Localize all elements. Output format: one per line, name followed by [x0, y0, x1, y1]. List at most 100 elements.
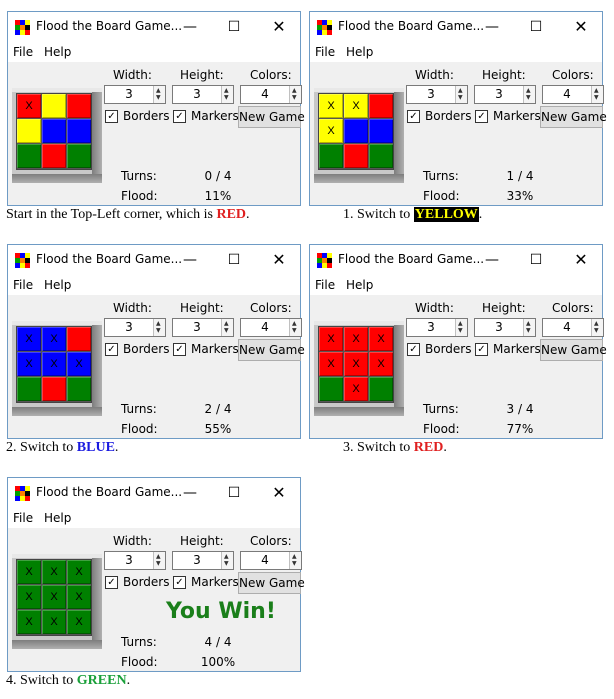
- title-bar[interactable]: Flood the Board Game... — ☐ ✕: [8, 12, 300, 42]
- menu-file[interactable]: File: [13, 278, 33, 292]
- colors-spinner-value[interactable]: 4: [241, 87, 289, 101]
- board-cell[interactable]: [369, 119, 393, 143]
- maximize-button[interactable]: ☐: [222, 482, 246, 504]
- colors-spinner[interactable]: 4 ▲ ▼: [240, 318, 302, 337]
- borders-checkbox[interactable]: ✓: [105, 576, 118, 589]
- maximize-button[interactable]: ☐: [524, 249, 548, 271]
- arrow-down-icon[interactable]: ▼: [292, 561, 297, 567]
- board-cell[interactable]: [42, 94, 66, 118]
- board-cell[interactable]: [67, 94, 91, 118]
- board-cell[interactable]: [67, 327, 91, 351]
- minimize-button[interactable]: —: [178, 249, 202, 271]
- arrow-down-icon[interactable]: ▼: [156, 561, 161, 567]
- spinner-arrows[interactable]: ▲ ▼: [523, 86, 535, 103]
- arrow-down-icon[interactable]: ▼: [292, 95, 297, 101]
- borders-checkbox[interactable]: ✓: [105, 343, 118, 356]
- menu-help[interactable]: Help: [44, 45, 71, 59]
- board-cell[interactable]: X: [67, 560, 91, 584]
- colors-spinner-value[interactable]: 4: [543, 320, 591, 334]
- board-cell[interactable]: X: [344, 94, 368, 118]
- board-cell[interactable]: X: [17, 585, 41, 609]
- spinner-arrows[interactable]: ▲ ▼: [221, 319, 233, 336]
- board-cell[interactable]: X: [17, 610, 41, 634]
- board-cell[interactable]: X: [42, 327, 66, 351]
- board-cell[interactable]: [42, 144, 66, 168]
- colors-spinner-value[interactable]: 4: [241, 320, 289, 334]
- new-game-button[interactable]: New Game: [540, 106, 607, 128]
- maximize-button[interactable]: ☐: [524, 16, 548, 38]
- arrow-down-icon[interactable]: ▼: [458, 95, 463, 101]
- title-bar[interactable]: Flood the Board Game... — ☐ ✕: [8, 245, 300, 275]
- height-spinner-value[interactable]: 3: [173, 87, 221, 101]
- arrow-down-icon[interactable]: ▼: [458, 328, 463, 334]
- board-cell[interactable]: [369, 94, 393, 118]
- colors-spinner-value[interactable]: 4: [543, 87, 591, 101]
- spinner-arrows[interactable]: ▲ ▼: [455, 86, 467, 103]
- board-cell[interactable]: [67, 377, 91, 401]
- board-cell[interactable]: X: [319, 352, 343, 376]
- colors-spinner-value[interactable]: 4: [241, 553, 289, 567]
- markers-checkbox[interactable]: ✓: [475, 343, 488, 356]
- height-spinner[interactable]: 3 ▲ ▼: [172, 551, 234, 570]
- board-cell[interactable]: [319, 377, 343, 401]
- board-cell[interactable]: X: [344, 377, 368, 401]
- spinner-arrows[interactable]: ▲ ▼: [289, 319, 301, 336]
- height-spinner-value[interactable]: 3: [173, 320, 221, 334]
- board-cell[interactable]: [17, 144, 41, 168]
- width-spinner-value[interactable]: 3: [105, 87, 153, 101]
- height-spinner-value[interactable]: 3: [475, 320, 523, 334]
- spinner-arrows[interactable]: ▲ ▼: [289, 86, 301, 103]
- menu-file[interactable]: File: [13, 45, 33, 59]
- close-button[interactable]: ✕: [569, 249, 593, 271]
- board-cell[interactable]: X: [67, 610, 91, 634]
- board-cell[interactable]: [369, 144, 393, 168]
- arrow-down-icon[interactable]: ▼: [594, 328, 599, 334]
- new-game-button[interactable]: New Game: [238, 106, 305, 128]
- menu-help[interactable]: Help: [346, 278, 373, 292]
- borders-checkbox[interactable]: ✓: [407, 110, 420, 123]
- spinner-arrows[interactable]: ▲ ▼: [221, 86, 233, 103]
- board-cell[interactable]: X: [369, 327, 393, 351]
- arrow-down-icon[interactable]: ▼: [224, 95, 229, 101]
- board-cell[interactable]: X: [17, 94, 41, 118]
- minimize-button[interactable]: —: [178, 482, 202, 504]
- menu-file[interactable]: File: [315, 45, 335, 59]
- board-cell[interactable]: [42, 119, 66, 143]
- board-cell[interactable]: [369, 377, 393, 401]
- markers-checkbox[interactable]: ✓: [475, 110, 488, 123]
- board-cell[interactable]: [344, 119, 368, 143]
- width-spinner-value[interactable]: 3: [105, 320, 153, 334]
- spinner-arrows[interactable]: ▲ ▼: [523, 319, 535, 336]
- borders-checkbox[interactable]: ✓: [407, 343, 420, 356]
- width-spinner[interactable]: 3 ▲ ▼: [406, 85, 468, 104]
- spinner-arrows[interactable]: ▲ ▼: [153, 86, 165, 103]
- height-spinner[interactable]: 3 ▲ ▼: [172, 85, 234, 104]
- board-cell[interactable]: [319, 144, 343, 168]
- board-cell[interactable]: X: [344, 327, 368, 351]
- board-cell[interactable]: X: [344, 352, 368, 376]
- new-game-button[interactable]: New Game: [540, 339, 607, 361]
- board-cell[interactable]: X: [67, 352, 91, 376]
- spinner-arrows[interactable]: ▲ ▼: [153, 552, 165, 569]
- menu-file[interactable]: File: [315, 278, 335, 292]
- menu-help[interactable]: Help: [346, 45, 373, 59]
- board-cell[interactable]: X: [42, 610, 66, 634]
- minimize-button[interactable]: —: [178, 16, 202, 38]
- minimize-button[interactable]: —: [480, 249, 504, 271]
- width-spinner[interactable]: 3 ▲ ▼: [104, 318, 166, 337]
- markers-checkbox[interactable]: ✓: [173, 343, 186, 356]
- menu-help[interactable]: Help: [44, 511, 71, 525]
- new-game-button[interactable]: New Game: [238, 339, 305, 361]
- minimize-button[interactable]: —: [480, 16, 504, 38]
- board-cell[interactable]: [344, 144, 368, 168]
- colors-spinner[interactable]: 4 ▲ ▼: [240, 85, 302, 104]
- arrow-down-icon[interactable]: ▼: [594, 95, 599, 101]
- board-cell[interactable]: [17, 377, 41, 401]
- colors-spinner[interactable]: 4 ▲ ▼: [542, 85, 604, 104]
- board-cell[interactable]: X: [319, 327, 343, 351]
- menu-help[interactable]: Help: [44, 278, 71, 292]
- board-cell[interactable]: X: [319, 119, 343, 143]
- title-bar[interactable]: Flood the Board Game... — ☐ ✕: [310, 12, 602, 42]
- board-cell[interactable]: X: [319, 94, 343, 118]
- board-cell[interactable]: [17, 119, 41, 143]
